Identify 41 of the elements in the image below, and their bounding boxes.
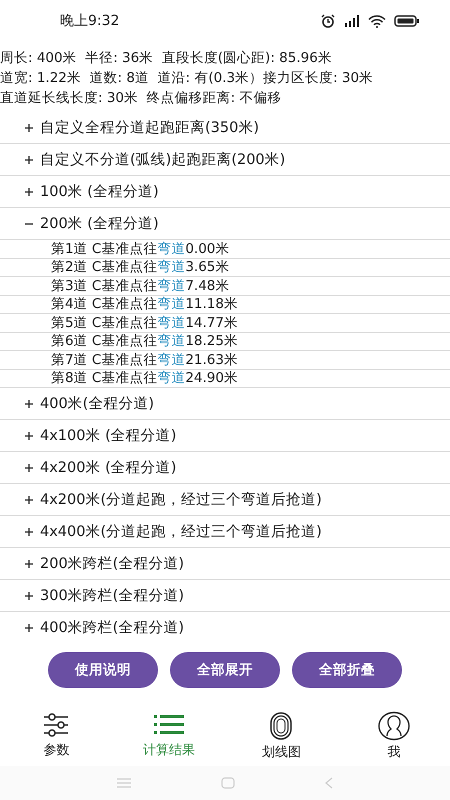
group-row[interactable]: 4x100米 (全程分道) <box>0 420 450 452</box>
nav-tab[interactable]: 计算结果 <box>112 710 225 766</box>
group-row[interactable]: 4x400米(分道起跑，经过三个弯道后抢道) <box>0 516 450 548</box>
group-row[interactable]: 400米(全程分道) <box>0 388 450 420</box>
lane-result: 第5道 C基准点往弯道14.77米 <box>0 314 450 332</box>
group-row[interactable]: 4x200米(分道起跑，经过三个弯道后抢道) <box>0 484 450 516</box>
action-button[interactable]: 使用说明 <box>48 652 158 688</box>
battery-icon <box>394 15 420 27</box>
alarm-icon <box>320 14 336 28</box>
group-row[interactable]: 200米跨栏(全程分道) <box>0 548 450 580</box>
action-button[interactable]: 全部折叠 <box>292 652 402 688</box>
lane-result: 第3道 C基准点往弯道7.48米 <box>0 277 450 296</box>
group-row[interactable]: 4x200米 (全程分道) <box>0 452 450 484</box>
lane-result: 第7道 C基准点往弯道21.63米 <box>0 351 450 370</box>
wifi-icon <box>368 14 386 28</box>
lane-result: 第2道 C基准点往弯道3.65米 <box>0 258 450 277</box>
signal-icon <box>344 15 360 27</box>
lane-result: 第4道 C基准点往弯道11.18米 <box>0 296 450 314</box>
action-button[interactable]: 全部展开 <box>170 652 280 688</box>
nav-tab[interactable]: 参数 <box>0 710 112 766</box>
group-row[interactable]: 300米跨栏(全程分道) <box>0 580 450 612</box>
summary-line: 道宽: 1.22米 道数: 8道 道沿: 有(0.3米）接力区长度: 30米 <box>0 69 374 88</box>
home-icon[interactable] <box>221 777 235 789</box>
nav-tab[interactable]: 划线图 <box>225 710 338 766</box>
profile-icon <box>378 711 410 741</box>
lane-result: 第8道 C基准点往弯道24.90米 <box>0 370 450 388</box>
group-row[interactable]: 自定义不分道(弧线)起跑距离(200米) <box>0 144 450 176</box>
group-row[interactable]: 100米 (全程分道) <box>0 176 450 208</box>
summary-line: 周长: 400米 半径: 36米 直段长度(圆心距): 85.96米 <box>0 49 333 68</box>
lane-result: 第1道 C基准点往弯道0.00米 <box>0 240 450 258</box>
menu-icon[interactable] <box>117 778 131 788</box>
group-row[interactable]: 400米跨栏(全程分道) <box>0 612 450 642</box>
group-row[interactable]: 自定义全程分道起跑距离(350米) <box>0 112 450 144</box>
summary-line: 直道延长线长度: 30米 终点偏移距离: 不偏移 <box>0 89 282 108</box>
status-time: 晚上9:32 <box>60 12 120 30</box>
back-icon[interactable] <box>325 777 333 789</box>
group-row[interactable]: 200米 (全程分道) <box>0 208 450 240</box>
lane-result: 第6道 C基准点往弯道18.25米 <box>0 332 450 351</box>
sliders-icon <box>42 711 70 739</box>
nav-tab[interactable]: 我 <box>338 710 450 766</box>
track-icon <box>269 711 294 741</box>
